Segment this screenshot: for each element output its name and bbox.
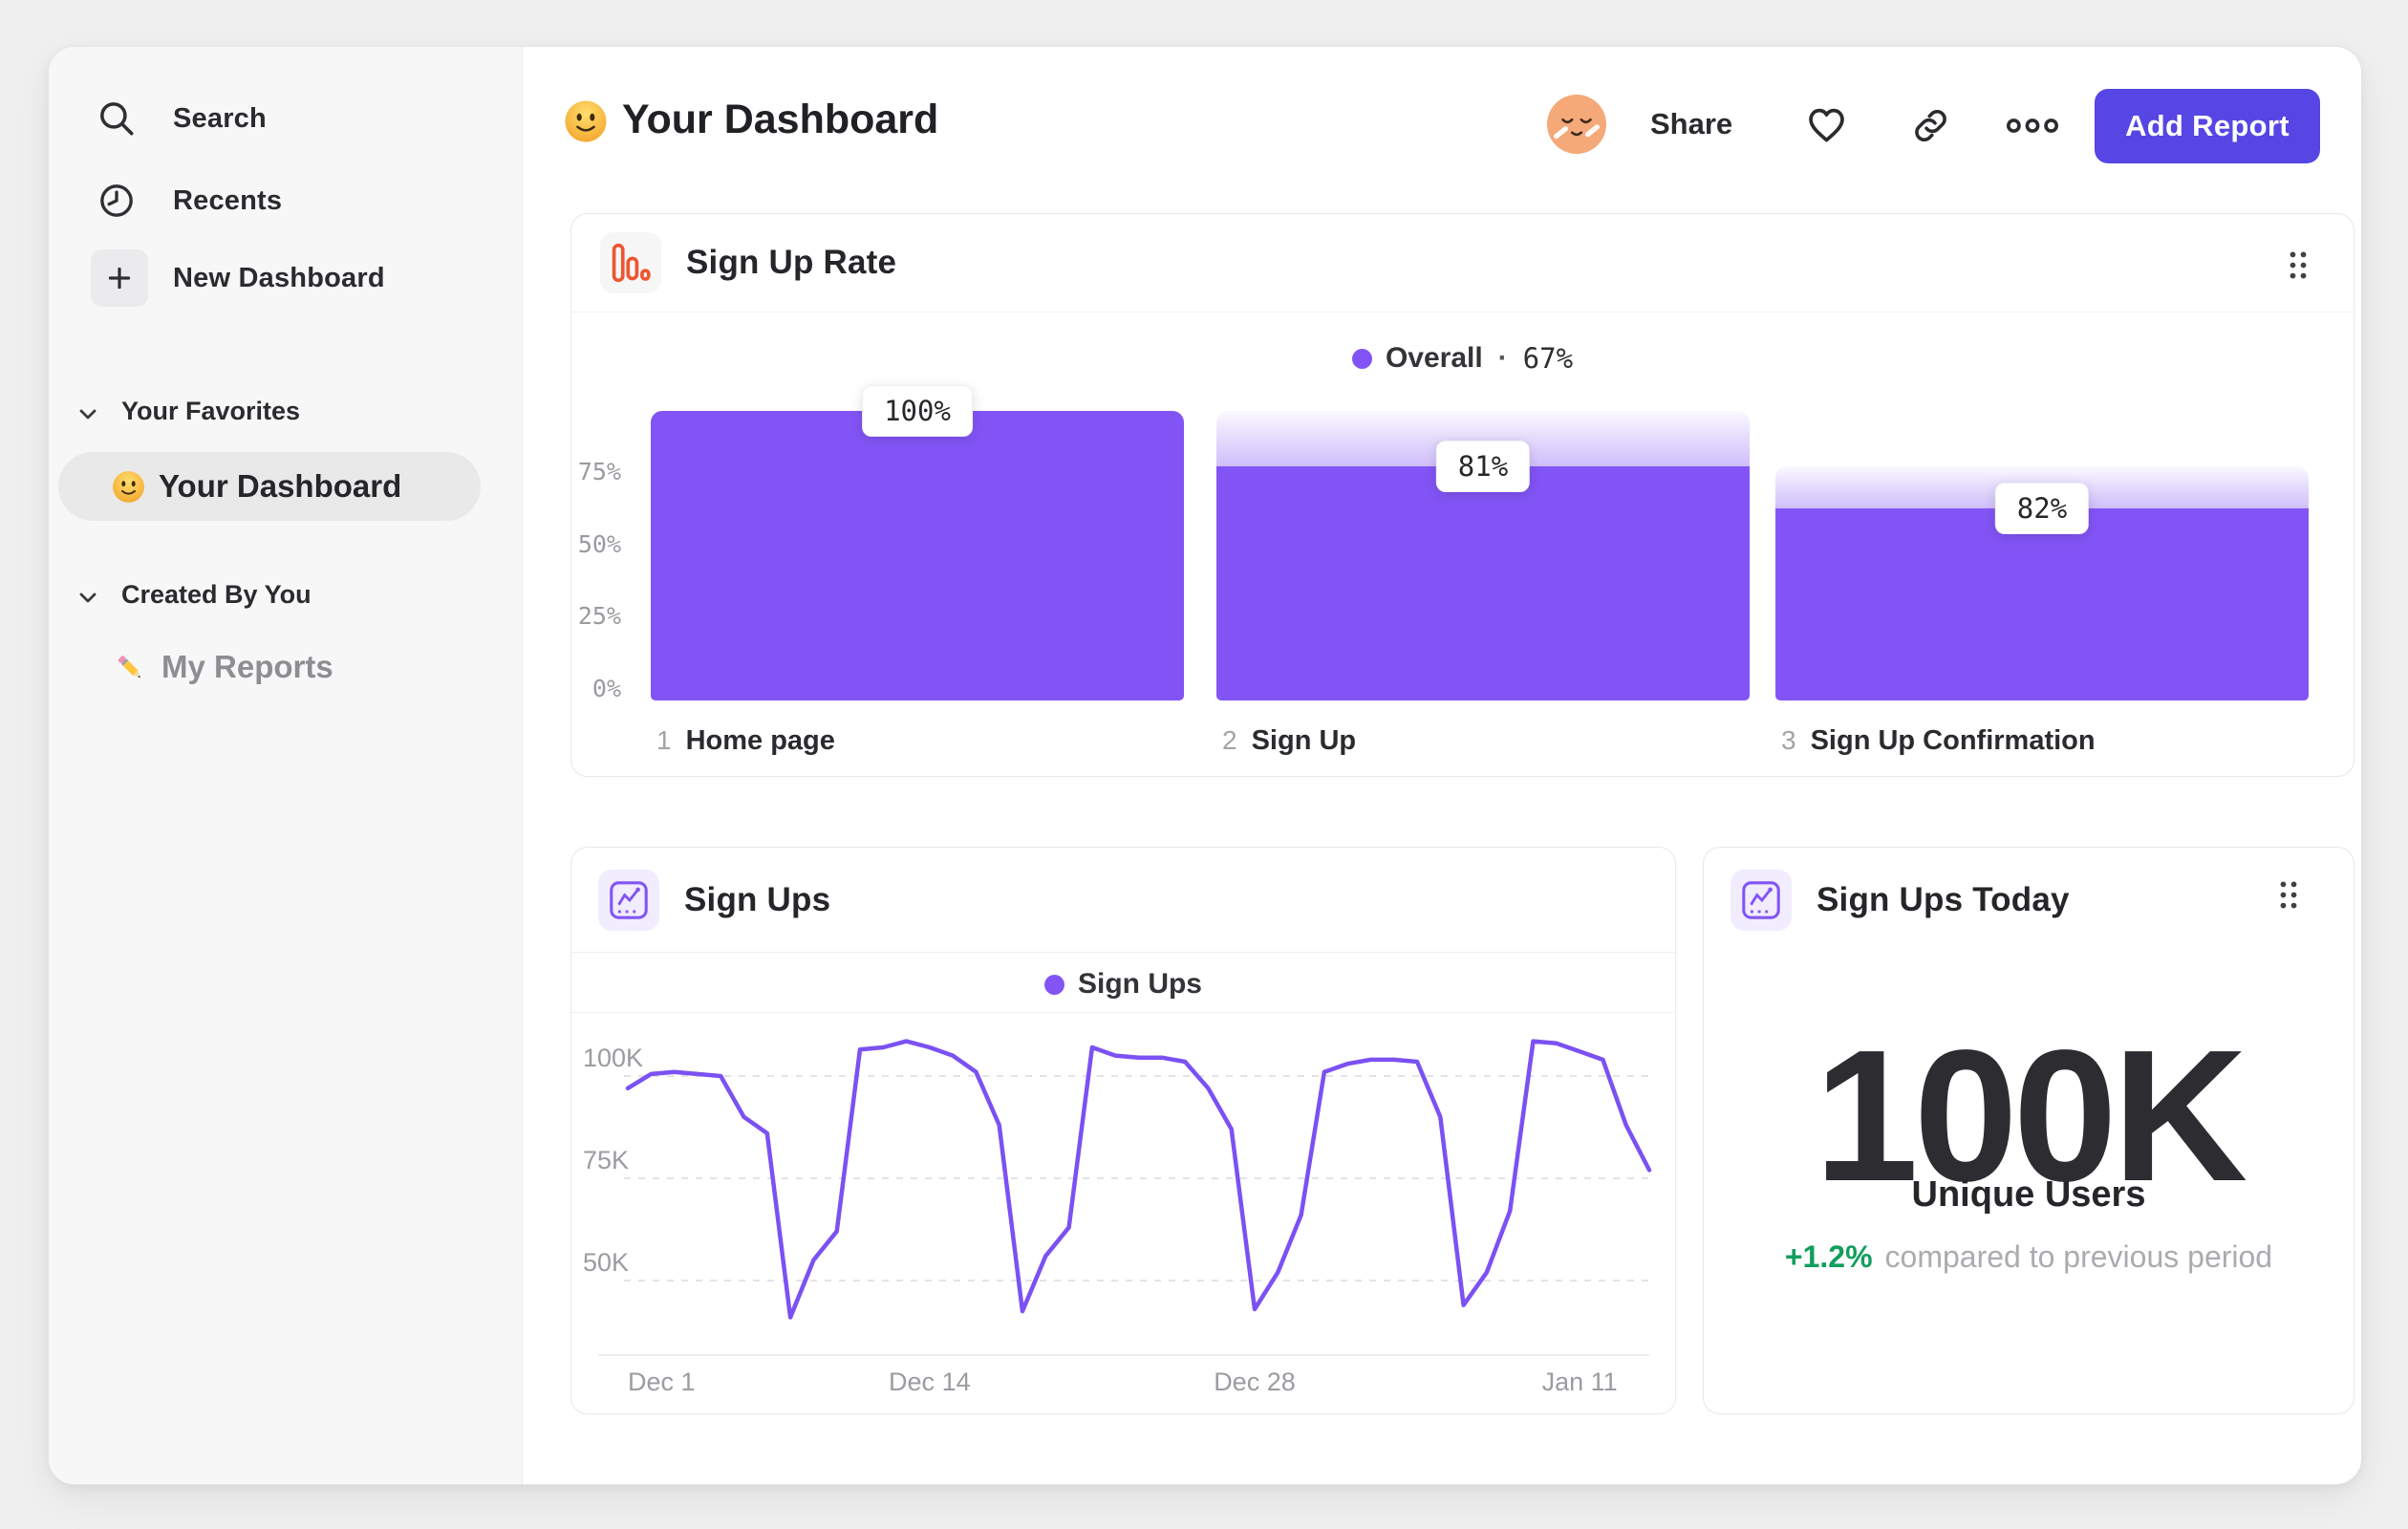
funnel-step-label: 2 Sign Up — [1222, 725, 1356, 757]
y-axis-label: 100K — [583, 1044, 644, 1072]
funnel-bar-fill — [1775, 507, 2309, 700]
drag-handle-icon[interactable] — [2287, 250, 2310, 280]
step-number: 2 — [1222, 725, 1237, 755]
clock-icon — [95, 179, 139, 223]
sidebar-item-recents[interactable]: Recents — [95, 179, 282, 223]
x-axis-label: Jan 11 — [1541, 1367, 1618, 1396]
funnel-bar[interactable] — [651, 411, 1184, 700]
funnel-y-tick: 75% — [577, 457, 621, 485]
x-axis-line — [598, 1354, 1649, 1356]
card-header: Sign Up Rate — [571, 214, 2354, 312]
drag-handle-icon[interactable] — [2277, 880, 2300, 910]
funnel-bar-fill — [651, 411, 1184, 700]
card-header: Sign Ups Today — [1704, 848, 2354, 952]
section-title: Your Favorites — [121, 397, 301, 425]
sidebar-item-label: New Dashboard — [173, 262, 385, 293]
step-name: Home page — [685, 725, 835, 756]
funnel-y-tick: 50% — [577, 529, 621, 558]
plus-icon — [91, 249, 148, 307]
sidebar-item-search[interactable]: Search — [95, 97, 267, 140]
x-axis-label: Dec 28 — [1214, 1367, 1296, 1396]
step-number: 3 — [1781, 725, 1796, 755]
chevron-down-icon — [79, 404, 97, 420]
sidebar: Search Recents New Dashboard Your Favori… — [49, 47, 523, 1484]
sidebar-section-created-by-you[interactable]: Created By You — [79, 580, 312, 610]
card-sign-up-rate: Sign Up Rate Overall · 67% 75% 50% 25% 0% 10… — [570, 213, 2354, 777]
sidebar-item-label: Your Dashboard — [159, 468, 402, 504]
copy-link-icon[interactable] — [1910, 105, 1951, 146]
funnel-step-label: 3 Sign Up Confirmation — [1781, 725, 2096, 757]
card-title: Sign Up Rate — [686, 244, 897, 281]
more-options-icon[interactable] — [2006, 118, 2059, 134]
funnel-value-tooltip: 82% — [1994, 482, 2090, 534]
funnel-value-tooltip: 81% — [1435, 440, 1531, 492]
funnel-value-tooltip: 100% — [862, 385, 973, 437]
smiley-emoji — [112, 470, 145, 504]
dashboard-emoji — [564, 99, 608, 143]
card-sign-ups: Sign Ups Sign Ups 100K 75K 50K Dec 1 Dec 14 D… — [570, 847, 1676, 1414]
metric-change-row: +1.2% compared to previous period — [1704, 1239, 2354, 1275]
x-axis-label: Dec 14 — [889, 1367, 971, 1396]
avatar[interactable] — [1547, 95, 1606, 154]
line-chart[interactable]: 100K 75K 50K Dec 1 Dec 14 Dec 28 Jan 11 — [571, 848, 1675, 1413]
favorite-heart-icon[interactable] — [1804, 102, 1849, 147]
step-name: Sign Up Confirmation — [1810, 725, 2096, 756]
y-axis-label: 75K — [583, 1146, 630, 1174]
line-chart-icon — [1731, 869, 1792, 931]
line-series-sign-ups — [625, 1039, 1652, 1320]
funnel-step-label: 1 Home page — [656, 725, 835, 757]
funnel-y-tick: 25% — [577, 602, 621, 631]
main-content: Your Dashboard Share Add Report Sign Up … — [523, 47, 2361, 1484]
step-number: 1 — [656, 725, 672, 755]
search-icon — [95, 97, 139, 140]
card-title: Sign Ups Today — [1817, 880, 2070, 918]
desktop-background: Search Recents New Dashboard Your Favori… — [0, 0, 2408, 1529]
sidebar-section-your-favorites[interactable]: Your Favorites — [79, 397, 300, 426]
change-value: +1.2% — [1784, 1239, 1873, 1274]
section-title: Created By You — [121, 580, 312, 609]
funnel-chart[interactable]: 75% 50% 25% 0% 100% 1 Home page 81% 2 Sign Up 82% 3… — [571, 312, 2354, 776]
y-axis-label: 50K — [583, 1248, 630, 1277]
sidebar-item-label: Search — [173, 102, 267, 134]
funnel-chart-icon — [600, 232, 661, 293]
sidebar-item-new-dashboard[interactable]: New Dashboard — [91, 249, 385, 307]
line-chart-svg — [624, 1039, 1653, 1320]
change-note: compared to previous period — [1884, 1239, 2273, 1274]
chevron-down-icon — [79, 588, 97, 603]
page-title: Your Dashboard — [622, 97, 939, 142]
card-sign-ups-today: Sign Ups Today 100K Unique Users +1.2% c… — [1703, 847, 2354, 1414]
sidebar-item-label: My Reports — [161, 649, 333, 684]
share-button[interactable]: Share — [1650, 107, 1732, 141]
sidebar-item-your-dashboard[interactable]: Your Dashboard — [58, 452, 481, 521]
add-report-button[interactable]: Add Report — [2095, 89, 2320, 163]
sidebar-item-label: Recents — [173, 184, 283, 216]
funnel-bar-fill — [1216, 465, 1750, 700]
app-window: Search Recents New Dashboard Your Favori… — [48, 46, 2362, 1485]
funnel-y-tick: 0% — [591, 675, 621, 702]
pencil-emoji — [112, 649, 148, 685]
step-name: Sign Up — [1251, 725, 1357, 756]
sidebar-item-my-reports[interactable]: My Reports — [112, 649, 333, 685]
x-axis-label: Dec 1 — [628, 1367, 696, 1396]
metric-label: Unique Users — [1911, 1174, 2146, 1215]
